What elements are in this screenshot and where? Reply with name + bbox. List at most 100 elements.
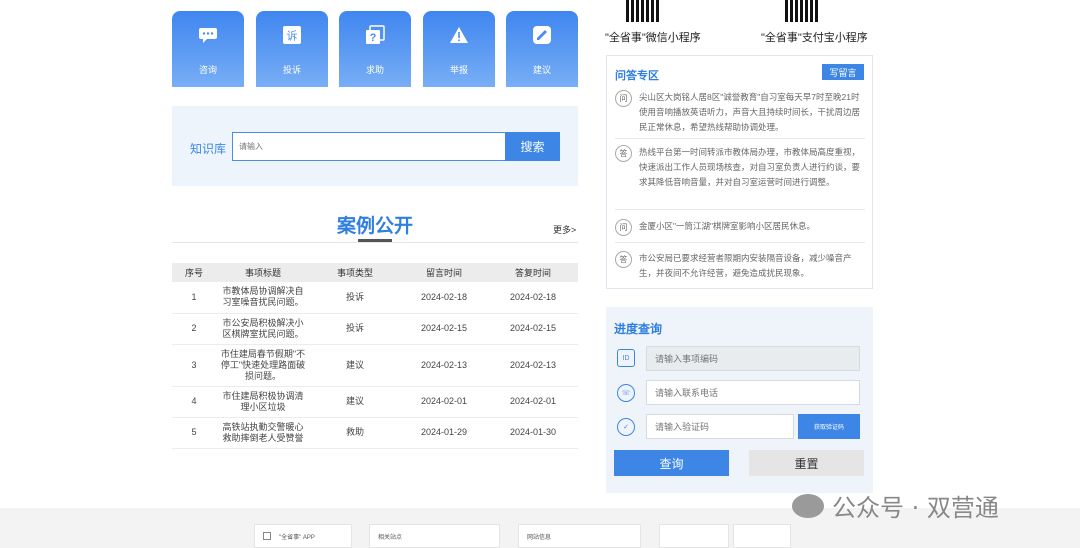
progress-title: 进度查询 (614, 322, 663, 336)
footer-app-link[interactable]: "全省事" APP (254, 524, 352, 548)
service-complaint-button[interactable]: 诉 投诉 (256, 11, 328, 87)
wechat-qr-label: "全省事"微信小程序 (605, 32, 701, 44)
alipay-qr-label: "全省事"支付宝小程序 (761, 32, 868, 44)
table-row[interactable]: 5 高铁站执勤交警暖心救助摔倒老人受赞誉 救助 2024-01-29 2024-01-3… (172, 417, 578, 449)
row-type: 投诉 (310, 282, 400, 314)
svg-text:诉: 诉 (287, 30, 298, 43)
service-suggest-button[interactable]: 建议 (506, 11, 578, 87)
qa-question[interactable]: 问 尖山区大岗铭人居8区"诚誉教育"自习室每天早7时至晚21时使用音响播放英语听… (615, 90, 868, 138)
row-no: 3 (172, 344, 216, 387)
qa-answer: 答 市公安局已要求经营者限期内安装隔音设备，减少噪音产生，并夜间不允许经营，避免… (615, 251, 868, 283)
cases-table: 序号 事项标题 事项类型 留言时间 答复时间 1 市教体局协调解决自习室噪音扰民问… (172, 263, 578, 449)
wechat-qr-code (626, 0, 660, 22)
table-row[interactable]: 3 市住建局春节假期"不停工"快速处理路面破损问题。 建议 2024-02-13 202… (172, 344, 578, 387)
service-label: 求助 (365, 65, 384, 75)
row-title[interactable]: 市住建局积极协调清理小区垃圾 (216, 386, 310, 418)
id-card-icon: ID (617, 349, 635, 367)
footer-related-sites[interactable]: 相关站点 (369, 524, 500, 548)
cases-title: 案例公开 (336, 216, 413, 237)
row-type: 投诉 (310, 313, 400, 345)
row-date: 2024-02-15 (400, 313, 488, 345)
reset-button[interactable]: 重置 (749, 450, 864, 476)
service-help-button[interactable]: ? 求助 (339, 11, 411, 87)
service-label: 举报 (449, 65, 468, 75)
service-report-button[interactable]: 举报 (423, 11, 495, 87)
row-no: 5 (172, 417, 216, 449)
watermark-text: 公众号 · 双营通 (832, 494, 999, 522)
divider (615, 209, 865, 210)
row-reply: 2024-02-18 (488, 282, 578, 314)
row-title[interactable]: 市住建局春节假期"不停工"快速处理路面破损问题。 (216, 344, 310, 387)
phone-input[interactable] (646, 380, 860, 405)
divider (615, 242, 865, 243)
header-reply: 答复时间 (488, 263, 578, 282)
row-reply: 2024-02-13 (488, 344, 578, 387)
get-code-button[interactable]: 获取验证码 (798, 414, 860, 439)
help-icon: ? (365, 25, 385, 45)
question-badge: 问 (615, 219, 632, 236)
table-row[interactable]: 2 市公安局积极解决小区棋牌室扰民问题。 投诉 2024-02-15 2024-02-1… (172, 313, 578, 345)
row-date: 2024-01-29 (400, 417, 488, 449)
suggestion-icon (532, 25, 552, 45)
header-date: 留言时间 (400, 263, 488, 282)
knowledge-search-input[interactable] (232, 132, 506, 161)
warning-icon (449, 25, 469, 45)
footer-box (733, 524, 791, 548)
row-reply: 2024-01-30 (488, 417, 578, 449)
answer-badge: 答 (615, 251, 632, 268)
row-type: 建议 (310, 344, 400, 387)
query-button[interactable]: 查询 (614, 450, 729, 476)
qa-text: 热线平台第一时间转派市教体局办理，市教体局高度重视，快速派出工作人员现场核查，对… (639, 147, 861, 187)
write-message-button[interactable]: 写留言 (822, 64, 864, 80)
answer-badge: 答 (615, 145, 632, 162)
row-reply: 2024-02-15 (488, 313, 578, 345)
table-row[interactable]: 1 市教体局协调解决自习室噪音扰民问题。 投诉 2024-02-18 2024-02-1… (172, 282, 578, 314)
row-reply: 2024-02-01 (488, 386, 578, 418)
header-title: 事项标题 (216, 263, 310, 282)
knowledge-search-panel: 知识库 搜索 (172, 106, 578, 186)
row-date: 2024-02-01 (400, 386, 488, 418)
chat-icon (198, 25, 218, 45)
question-badge: 问 (615, 90, 632, 107)
row-date: 2024-02-13 (400, 344, 488, 387)
row-type: 救助 (310, 417, 400, 449)
qa-text: 尖山区大岗铭人居8区"诚誉教育"自习室每天早7时至晚21时使用音响播放英语听力，… (639, 92, 861, 132)
footer-app-label: "全省事" APP (279, 534, 315, 541)
watermark: 公众号 · 双营通 (792, 488, 999, 523)
service-consult-button[interactable]: 咨询 (172, 11, 244, 87)
row-type: 建议 (310, 386, 400, 418)
row-no: 4 (172, 386, 216, 418)
qa-panel: 问答专区 写留言 问 尖山区大岗铭人居8区"诚誉教育"自习室每天早7时至晚21时… (606, 55, 873, 289)
divider (172, 242, 578, 243)
shield-icon: ✓ (617, 418, 635, 436)
case-code-input[interactable] (646, 346, 860, 371)
knowledge-label: 知识库 (190, 142, 227, 156)
divider (615, 138, 865, 139)
wechat-logo-icon (792, 493, 824, 518)
footer-box (659, 524, 729, 548)
alipay-qr-code (785, 0, 819, 22)
complaint-icon: 诉 (282, 25, 302, 45)
qa-answer: 答 热线平台第一时间转派市教体局办理，市教体局高度重视，快速派出工作人员现场核查… (615, 145, 868, 209)
svg-text:?: ? (370, 32, 377, 44)
row-title[interactable]: 市公安局积极解决小区棋牌室扰民问题。 (216, 313, 310, 345)
app-icon (263, 532, 271, 540)
progress-query-panel: 进度查询 ID ☏ ✓ 获取验证码 查询 重置 (606, 307, 873, 493)
more-link[interactable]: 更多> (553, 223, 576, 236)
header-no: 序号 (172, 263, 216, 282)
service-label: 建议 (532, 65, 551, 75)
row-no: 1 (172, 282, 216, 314)
phone-icon: ☏ (617, 384, 635, 402)
row-title[interactable]: 高铁站执勤交警暖心救助摔倒老人受赞誉 (216, 417, 310, 449)
footer-site-info[interactable]: 网站信息 (518, 524, 641, 548)
search-button[interactable]: 搜索 (505, 132, 560, 161)
qa-text: 金厦小区"一筒江湖"棋牌室影响小区居民休息。 (639, 221, 816, 231)
header-type: 事项类型 (310, 263, 400, 282)
qa-question[interactable]: 问 金厦小区"一筒江湖"棋牌室影响小区居民休息。 (615, 219, 868, 236)
qa-title: 问答专区 (615, 70, 659, 82)
row-no: 2 (172, 313, 216, 345)
qa-text: 市公安局已要求经营者限期内安装隔音设备，减少噪音产生，并夜间不允许经营，避免造成… (639, 253, 852, 278)
table-row[interactable]: 4 市住建局积极协调清理小区垃圾 建议 2024-02-01 2024-02-01 (172, 386, 578, 418)
row-title[interactable]: 市教体局协调解决自习室噪音扰民问题。 (216, 282, 310, 314)
verification-code-input[interactable] (646, 414, 794, 439)
